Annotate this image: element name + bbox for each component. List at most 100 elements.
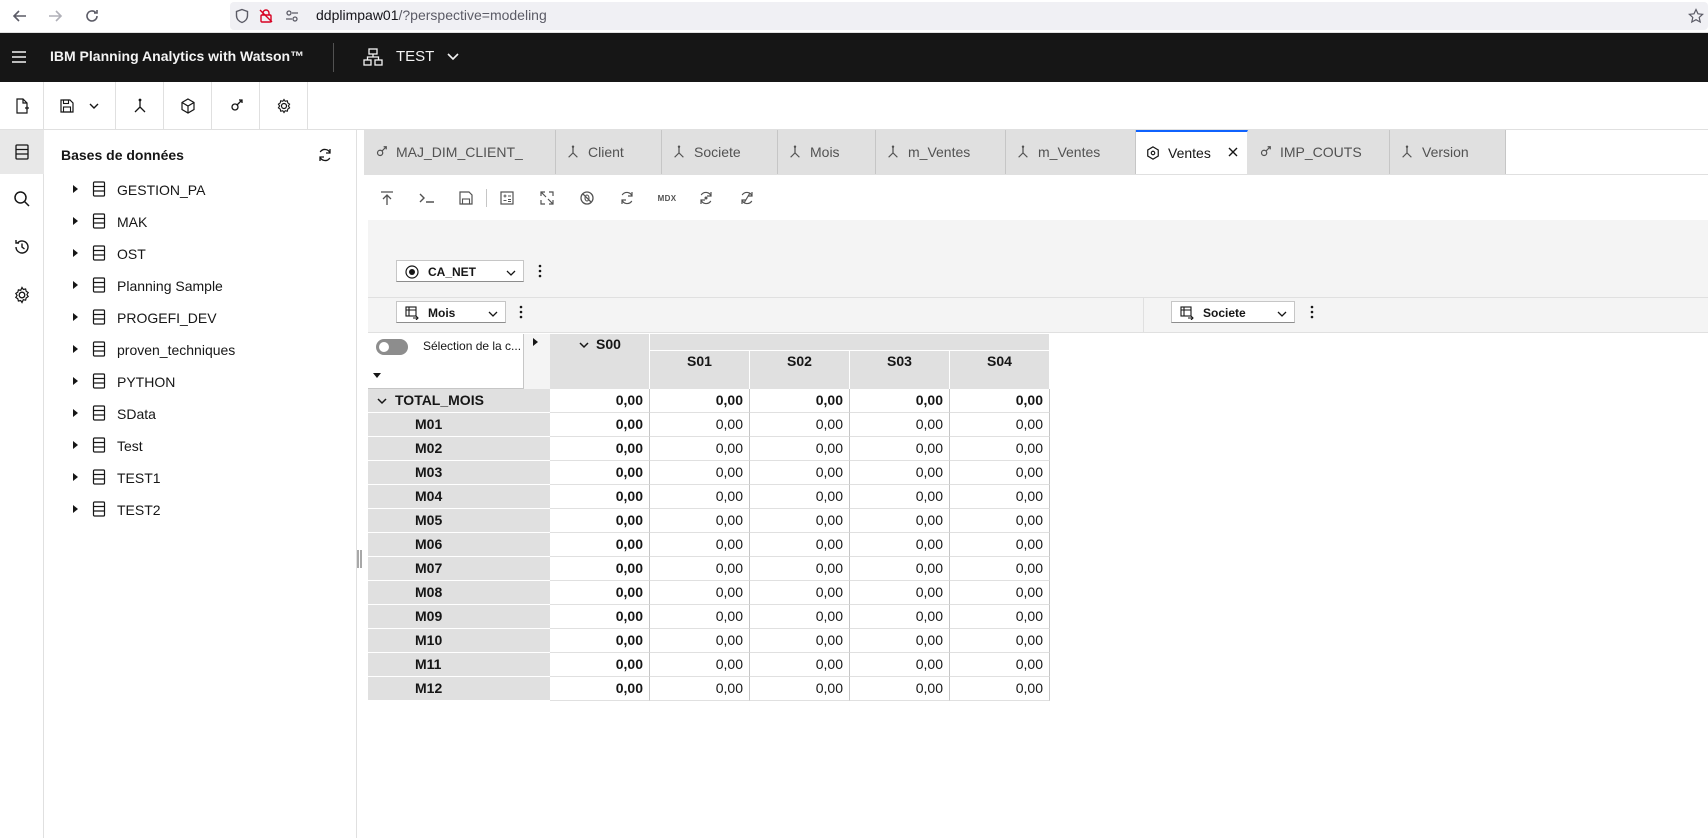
- auto-refresh-button[interactable]: [694, 185, 720, 211]
- data-cell[interactable]: 0,00: [550, 677, 650, 701]
- selection-toggle[interactable]: [376, 339, 408, 355]
- row-dimension-selector[interactable]: Mois: [396, 301, 506, 323]
- editor-tab[interactable]: IMP_COUTS: [1248, 130, 1390, 174]
- data-cell[interactable]: 0,00: [750, 533, 850, 557]
- data-cell[interactable]: 0,00: [650, 533, 750, 557]
- panel-resize-handle[interactable]: [357, 550, 362, 568]
- data-cell[interactable]: 0,00: [550, 461, 650, 485]
- data-cell[interactable]: 0,00: [650, 581, 750, 605]
- data-cell[interactable]: 0,00: [950, 389, 1050, 413]
- mdx-button[interactable]: MDX: [654, 185, 680, 211]
- forward-icon[interactable]: [43, 4, 67, 28]
- data-cell[interactable]: 0,00: [750, 557, 850, 581]
- address-bar[interactable]: ddplimpaw01/?perspective=modeling: [230, 2, 1708, 30]
- shield-icon[interactable]: [230, 4, 254, 28]
- context-dimension-overflow-icon[interactable]: [534, 262, 546, 280]
- workspace-chevron-down-icon[interactable]: [446, 50, 460, 64]
- row-header[interactable]: M06: [368, 533, 550, 557]
- context-dimension-selector[interactable]: CA_NET: [396, 260, 524, 282]
- chore-button[interactable]: [260, 82, 308, 129]
- insecure-lock-icon[interactable]: [254, 4, 278, 28]
- database-tree-item[interactable]: PYTHON: [70, 366, 340, 398]
- caret-right-icon[interactable]: [70, 504, 80, 514]
- row-header[interactable]: M07: [368, 557, 550, 581]
- data-cell[interactable]: 0,00: [650, 413, 750, 437]
- disable-refresh-button[interactable]: [734, 185, 760, 211]
- row-dimension-overflow-icon[interactable]: [515, 303, 527, 321]
- row-header-menu-caret-icon[interactable]: [372, 370, 382, 380]
- bookmark-star-icon[interactable]: [1684, 4, 1708, 28]
- column-header[interactable]: S04: [950, 350, 1050, 389]
- column-dimension-overflow-icon[interactable]: [1306, 303, 1318, 321]
- data-cell[interactable]: 0,00: [650, 485, 750, 509]
- data-cell[interactable]: 0,00: [750, 629, 850, 653]
- save-button[interactable]: [44, 82, 116, 129]
- data-cell[interactable]: 0,00: [750, 677, 850, 701]
- row-header[interactable]: TOTAL_MOIS: [368, 389, 550, 413]
- dimension-button[interactable]: [116, 82, 164, 129]
- data-cell[interactable]: 0,00: [550, 485, 650, 509]
- data-cell[interactable]: 0,00: [750, 605, 850, 629]
- database-tree-item[interactable]: Test: [70, 430, 340, 462]
- data-cell[interactable]: 0,00: [650, 605, 750, 629]
- caret-right-icon[interactable]: [70, 248, 80, 258]
- database-tree-item[interactable]: GESTION_PA: [70, 174, 340, 206]
- data-cell[interactable]: 0,00: [950, 533, 1050, 557]
- recalculate-button[interactable]: [614, 185, 640, 211]
- data-cell[interactable]: 0,00: [650, 509, 750, 533]
- data-cell[interactable]: 0,00: [650, 557, 750, 581]
- data-cell[interactable]: 0,00: [950, 509, 1050, 533]
- process-button[interactable]: [212, 82, 260, 129]
- data-cell[interactable]: 0,00: [850, 557, 950, 581]
- column-header[interactable]: S03: [850, 350, 950, 389]
- editor-tab[interactable]: MAJ_DIM_CLIENT_: [364, 130, 556, 174]
- data-cell[interactable]: 0,00: [950, 581, 1050, 605]
- data-cell[interactable]: 0,00: [950, 557, 1050, 581]
- database-tree-item[interactable]: SData: [70, 398, 340, 430]
- data-cell[interactable]: 0,00: [850, 677, 950, 701]
- caret-right-icon[interactable]: [70, 408, 80, 418]
- database-tree-item[interactable]: TEST2: [70, 494, 340, 526]
- reload-icon[interactable]: [80, 4, 104, 28]
- data-cell[interactable]: 0,00: [850, 413, 950, 437]
- data-cell[interactable]: 0,00: [950, 605, 1050, 629]
- data-cell[interactable]: 0,00: [950, 653, 1050, 677]
- data-cell[interactable]: 0,00: [950, 461, 1050, 485]
- database-tree-item[interactable]: MAK: [70, 206, 340, 238]
- row-header[interactable]: M08: [368, 581, 550, 605]
- column-dimension-selector[interactable]: Societe: [1171, 301, 1295, 323]
- editor-tab[interactable]: m_Ventes: [876, 130, 1006, 174]
- database-tree-item[interactable]: TEST1: [70, 462, 340, 494]
- row-header[interactable]: M09: [368, 605, 550, 629]
- editor-tab[interactable]: Client: [556, 130, 662, 174]
- new-file-button[interactable]: [0, 82, 44, 129]
- workspace-name[interactable]: TEST: [396, 48, 434, 65]
- row-header[interactable]: M02: [368, 437, 550, 461]
- menu-icon[interactable]: [9, 47, 29, 67]
- data-cell[interactable]: 0,00: [750, 437, 850, 461]
- row-header[interactable]: M05: [368, 509, 550, 533]
- data-cell[interactable]: 0,00: [650, 629, 750, 653]
- data-cell[interactable]: 0,00: [850, 653, 950, 677]
- expand-view-button[interactable]: [534, 185, 560, 211]
- refresh-databases-button[interactable]: [314, 144, 336, 166]
- data-cell[interactable]: 0,00: [550, 605, 650, 629]
- data-cell[interactable]: 0,00: [850, 509, 950, 533]
- data-cell[interactable]: 0,00: [850, 629, 950, 653]
- data-cell[interactable]: 0,00: [850, 581, 950, 605]
- caret-right-icon[interactable]: [70, 344, 80, 354]
- data-cell[interactable]: 0,00: [850, 437, 950, 461]
- caret-right-icon[interactable]: [70, 216, 80, 226]
- column-header-parent[interactable]: S00: [550, 334, 650, 389]
- chevron-down-icon[interactable]: [578, 339, 590, 351]
- caret-right-icon[interactable]: [70, 472, 80, 482]
- row-header[interactable]: M04: [368, 485, 550, 509]
- database-tree-item[interactable]: Planning Sample: [70, 270, 340, 302]
- data-cell[interactable]: 0,00: [650, 461, 750, 485]
- editor-tab[interactable]: m_Ventes: [1006, 130, 1136, 174]
- data-cell[interactable]: 0,00: [650, 437, 750, 461]
- caret-right-icon[interactable]: [70, 184, 80, 194]
- chevron-down-icon[interactable]: [376, 395, 388, 407]
- data-cell[interactable]: 0,00: [950, 677, 1050, 701]
- data-cell[interactable]: 0,00: [950, 629, 1050, 653]
